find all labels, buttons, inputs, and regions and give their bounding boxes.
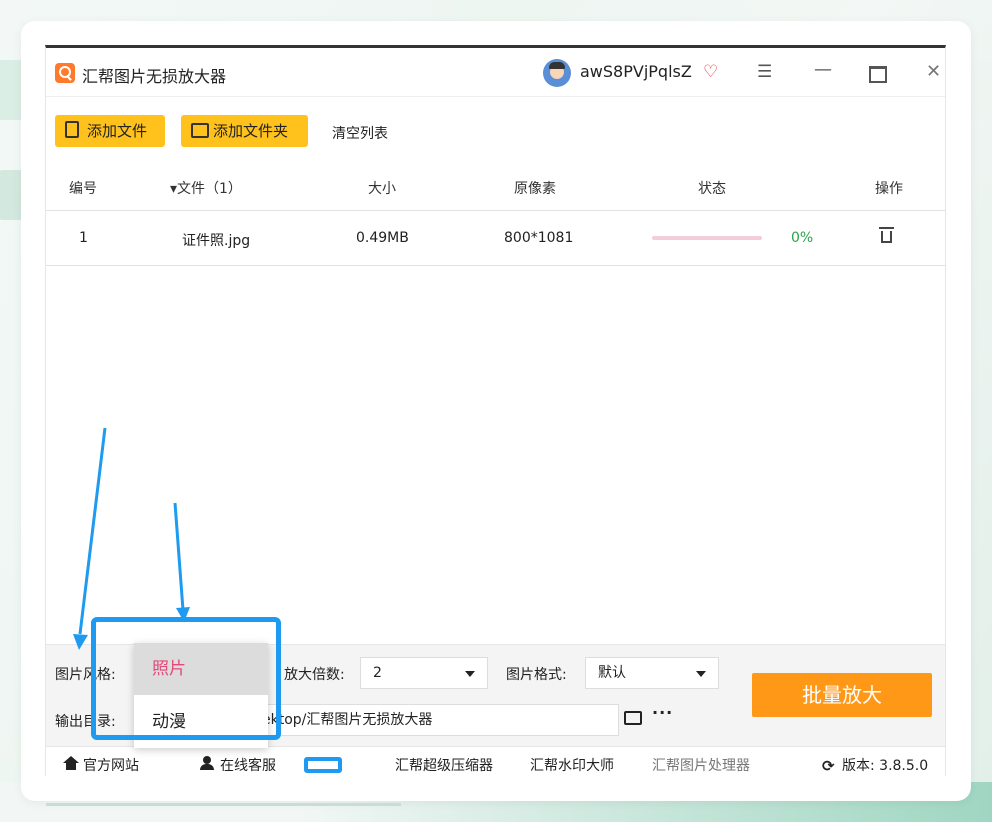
annotation-arrowhead-2 (176, 607, 190, 622)
annotation-arrow-1 (78, 427, 107, 635)
annotation-arrows (73, 427, 190, 650)
annotation-arrow-2 (173, 502, 185, 611)
annotation-arrowhead-1 (73, 634, 88, 650)
